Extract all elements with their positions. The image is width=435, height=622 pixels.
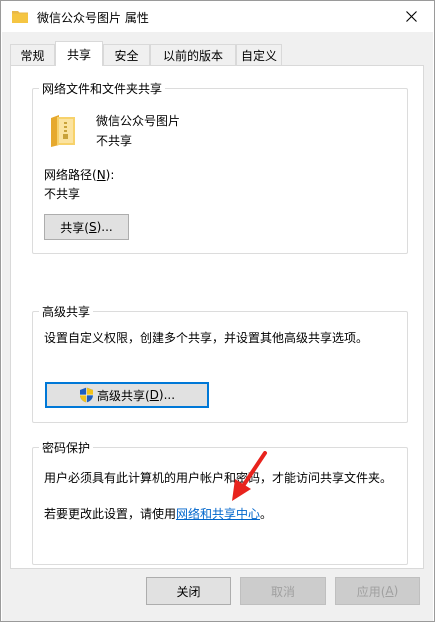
tab-label: 共享 xyxy=(66,47,91,62)
group-title: 网络文件和文件夹共享 xyxy=(39,80,166,97)
share-button-suffix: )... xyxy=(96,220,113,234)
tab-previous-versions[interactable]: 以前的版本 xyxy=(150,44,236,65)
advanced-sharing-group: 高级共享 设置自定义权限，创建多个共享，并设置其他高级共享选项。 高级共享(D)… xyxy=(32,303,408,423)
tab-customize[interactable]: 自定义 xyxy=(236,44,282,65)
tab-sharing[interactable]: 共享 xyxy=(55,41,103,66)
cancel-button[interactable]: 取消 xyxy=(240,577,326,605)
password-protection-group: 密码保护 用户必须具有此计算机的用户帐户和密码，才能访问共享文件夹。 若要更改此… xyxy=(32,439,408,565)
close-button-label: 关闭 xyxy=(176,584,201,599)
dialog-body: 常规 共享 安全 以前的版本 自定义 网络文件和文件夹共享 微信公众号图片 不共… xyxy=(2,32,433,621)
uac-shield-icon xyxy=(79,387,93,403)
advanced-sharing-button-suffix: )... xyxy=(158,388,176,402)
advanced-sharing-description: 设置自定义权限，创建多个共享，并设置其他高级共享选项。 xyxy=(44,331,369,345)
tab-label: 以前的版本 xyxy=(162,48,223,63)
tab-security[interactable]: 安全 xyxy=(103,44,150,65)
close-button[interactable] xyxy=(388,1,434,32)
advanced-sharing-button[interactable]: 高级共享(D)... xyxy=(45,382,209,408)
cancel-button-label: 取消 xyxy=(270,584,295,599)
password-protection-change-text: 若要更改此设置，请使用网络和共享中心。 xyxy=(44,505,272,522)
network-path-label-suffix: ): xyxy=(105,168,115,182)
network-path-label-key: N xyxy=(96,168,106,182)
close-icon xyxy=(405,11,417,22)
group-title: 密码保护 xyxy=(39,439,94,456)
tab-general[interactable]: 常规 xyxy=(10,44,55,65)
folder-status: 不共享 xyxy=(96,134,133,148)
advanced-sharing-button-prefix: 高级共享( xyxy=(96,388,150,403)
folder-icon xyxy=(12,11,28,23)
password-protection-description: 用户必须具有此计算机的用户帐户和密码，才能访问共享文件夹。 xyxy=(44,471,393,485)
advanced-sharing-button-key: D xyxy=(149,388,159,402)
share-button[interactable]: 共享(S)... xyxy=(44,214,129,240)
close-dialog-button[interactable]: 关闭 xyxy=(146,577,231,605)
tab-label: 安全 xyxy=(114,48,139,63)
network-path-value: 不共享 xyxy=(44,187,81,201)
network-sharing-center-link[interactable]: 网络和共享中心 xyxy=(176,507,260,521)
properties-window: 微信公众号图片 属性 常规 共享 安全 以前的版本 自定义 网络文件和文件夹共享 xyxy=(0,0,435,622)
change-text-suffix: 。 xyxy=(260,507,273,521)
tab-label: 自定义 xyxy=(240,48,277,63)
window-title: 微信公众号图片 属性 xyxy=(37,11,149,25)
network-path-label-prefix: 网络路径( xyxy=(44,168,97,182)
title-bar[interactable]: 微信公众号图片 属性 xyxy=(1,1,434,32)
network-path-label: 网络路径(N): xyxy=(44,166,114,183)
apply-button[interactable]: 应用(A) xyxy=(335,577,420,605)
group-title: 高级共享 xyxy=(39,303,94,320)
tab-label: 常规 xyxy=(20,48,45,63)
folder-icon xyxy=(51,115,75,147)
change-text-prefix: 若要更改此设置，请使用 xyxy=(44,507,177,521)
red-arrow-annotation xyxy=(232,451,267,501)
apply-button-key: A xyxy=(385,584,394,598)
share-button-key: S xyxy=(88,220,97,234)
network-sharing-group: 网络文件和文件夹共享 微信公众号图片 不共享 网络路径(N): 不共享 共享(S… xyxy=(32,80,408,254)
share-button-prefix: 共享( xyxy=(60,220,89,235)
apply-button-prefix: 应用( xyxy=(356,584,386,599)
sharing-tab-panel: 网络文件和文件夹共享 微信公众号图片 不共享 网络路径(N): 不共享 共享(S… xyxy=(10,65,424,569)
folder-name: 微信公众号图片 xyxy=(96,114,181,128)
apply-button-suffix: ) xyxy=(393,584,399,598)
